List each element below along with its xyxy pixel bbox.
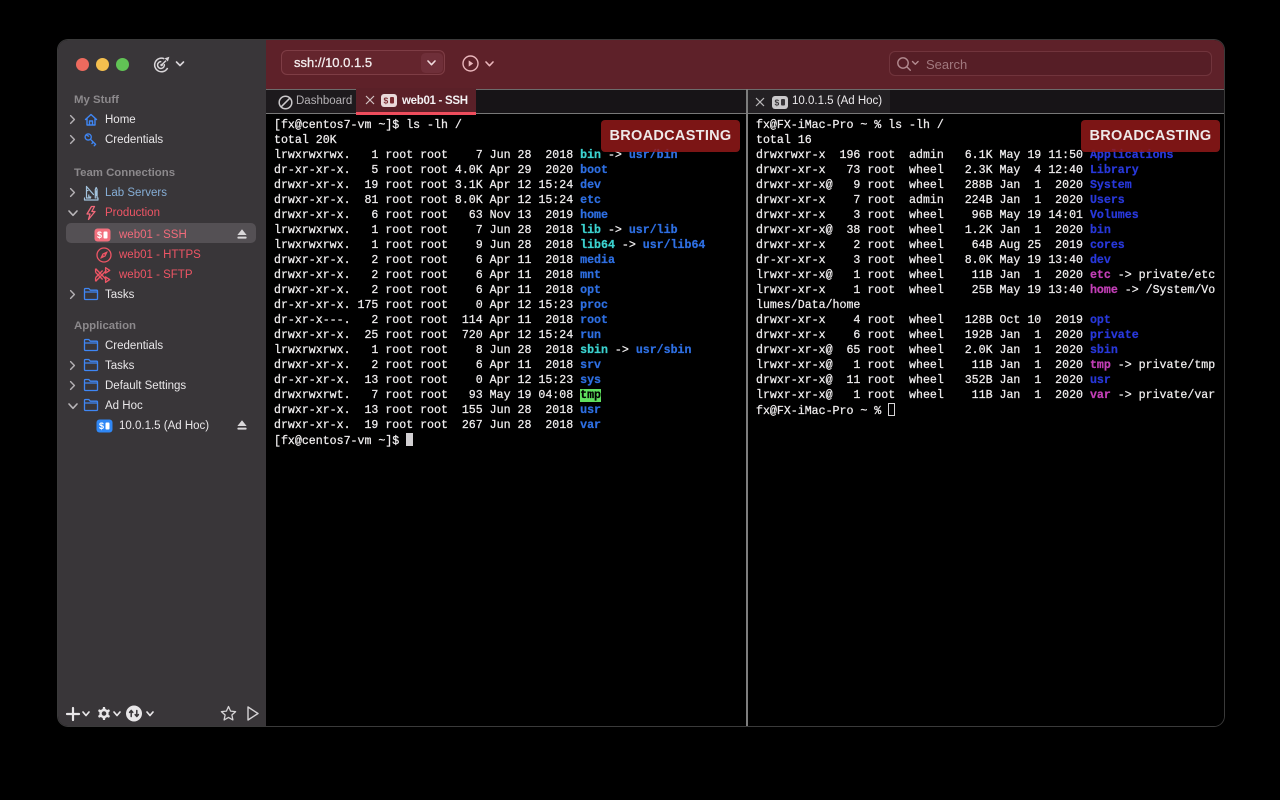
svg-text:$: $ xyxy=(384,96,389,106)
svg-text:$: $ xyxy=(97,230,102,240)
svg-text:$: $ xyxy=(99,421,104,431)
svg-text:$: $ xyxy=(775,98,780,108)
